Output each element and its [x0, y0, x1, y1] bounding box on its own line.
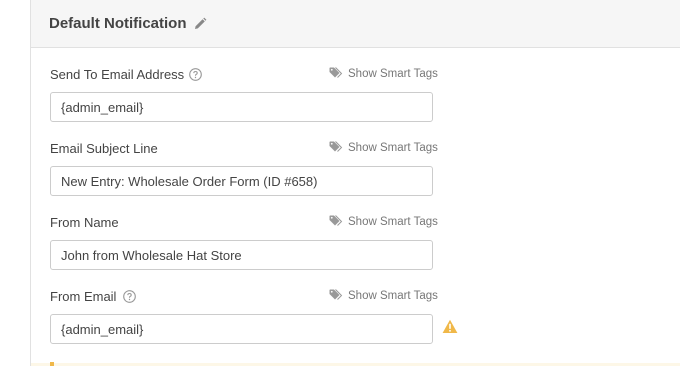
show-smart-tags-link[interactable]: Show Smart Tags — [329, 214, 438, 230]
from-name-label: From Name — [50, 215, 119, 230]
show-smart-tags-label: Show Smart Tags — [348, 216, 438, 228]
panel-title: Default Notification — [49, 15, 187, 32]
tag-icon — [329, 215, 343, 226]
show-smart-tags-link[interactable]: Show Smart Tags — [329, 288, 438, 304]
show-smart-tags-label: Show Smart Tags — [348, 68, 438, 80]
pencil-icon[interactable] — [193, 17, 207, 31]
notice-accent — [50, 362, 54, 366]
question-circle-icon[interactable] — [189, 68, 202, 81]
tag-icon — [329, 141, 343, 152]
email-subject-label: Email Subject Line — [50, 141, 158, 156]
default-notification-panel: Default Notification Send To Email Addre… — [30, 0, 680, 366]
panel-header: Default Notification — [31, 0, 680, 48]
from-email-label: From Email — [50, 289, 117, 304]
notification-settings-page: Default Notification Send To Email Addre… — [0, 0, 680, 366]
show-smart-tags-link[interactable]: Show Smart Tags — [329, 140, 438, 156]
send-to-email-input[interactable] — [50, 92, 433, 122]
tag-icon — [329, 67, 343, 78]
from-name-input[interactable] — [50, 240, 433, 270]
show-smart-tags-label: Show Smart Tags — [348, 290, 438, 302]
tag-icon — [329, 289, 343, 300]
send-to-email-label: Send To Email Address — [50, 67, 185, 82]
warning-triangle-icon — [442, 319, 458, 334]
email-subject-input[interactable] — [50, 166, 433, 196]
from-email-input[interactable] — [50, 314, 433, 344]
left-gutter — [0, 0, 30, 366]
show-smart-tags-label: Show Smart Tags — [348, 142, 438, 154]
question-circle-icon[interactable] — [123, 290, 136, 303]
show-smart-tags-link[interactable]: Show Smart Tags — [329, 66, 438, 82]
